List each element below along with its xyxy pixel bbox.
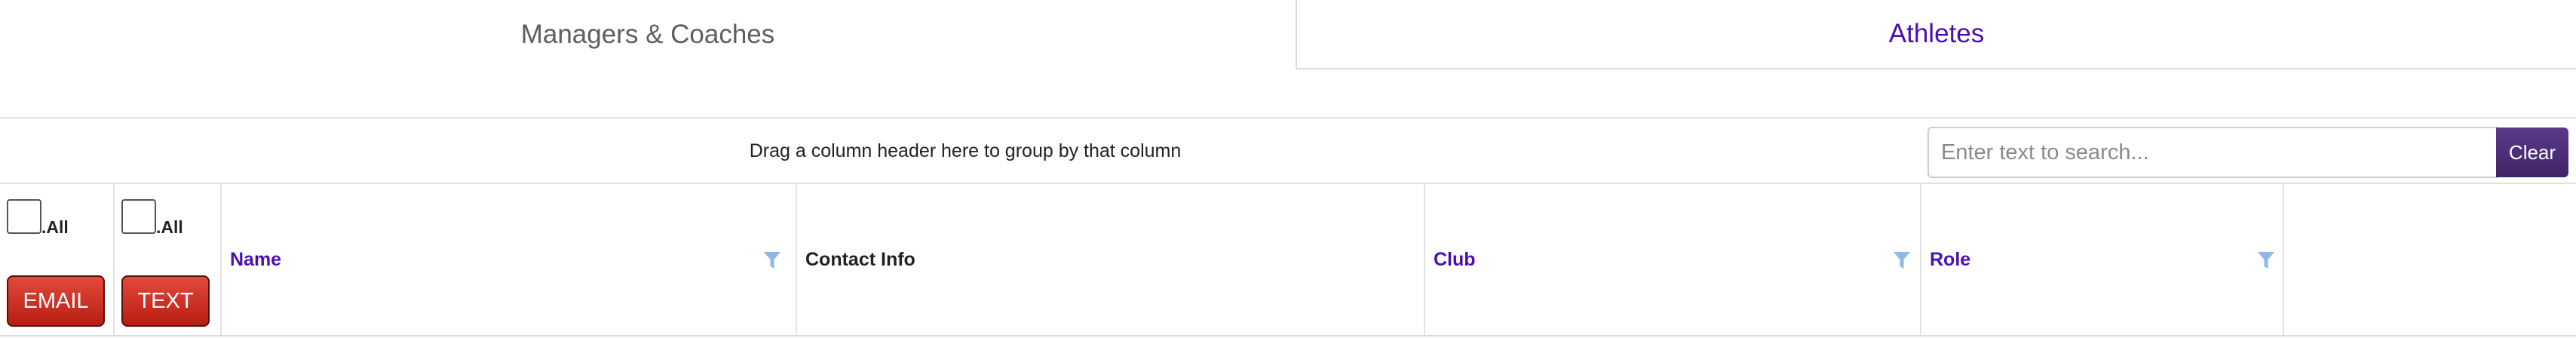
filter-icon[interactable] (1893, 250, 1911, 270)
tab-bar: Managers & Coaches Athletes (0, 0, 2576, 69)
select-all-text-label: .All (156, 217, 183, 237)
email-button[interactable]: EMAIL (7, 275, 105, 327)
column-header-text: .All TEXT (115, 184, 222, 335)
filter-icon[interactable] (763, 250, 781, 270)
group-panel: Drag a column header here to group by th… (0, 117, 2576, 184)
column-header-actions (2284, 184, 2576, 335)
column-header-name[interactable]: Name (222, 184, 797, 335)
tab-athletes[interactable]: Athletes (1297, 0, 2576, 69)
column-header-email: .All EMAIL (0, 184, 115, 335)
group-by-hint: Drag a column header here to group by th… (749, 140, 1182, 161)
column-title-club[interactable]: Club (1434, 249, 1476, 271)
select-all-email-label: .All (41, 217, 69, 237)
grid-header-row: .All EMAIL .All TEXT Name Contact Info C… (0, 184, 2576, 336)
column-title-role[interactable]: Role (1930, 249, 1970, 271)
clear-search-button[interactable]: Clear (2496, 128, 2568, 177)
text-button[interactable]: TEXT (121, 275, 210, 327)
column-title-contact-info: Contact Info (805, 249, 915, 270)
filter-icon[interactable] (2257, 250, 2275, 270)
select-all-email-checkbox[interactable] (7, 199, 41, 234)
search-input[interactable] (1927, 127, 2498, 178)
column-header-contact-info: Contact Info (797, 184, 1425, 335)
select-all-text-checkbox[interactable] (121, 199, 156, 234)
column-title-name[interactable]: Name (230, 249, 281, 271)
column-header-role[interactable]: Role (1921, 184, 2284, 335)
column-header-club[interactable]: Club (1425, 184, 1921, 335)
tab-managers-coaches[interactable]: Managers & Coaches (0, 0, 1297, 69)
